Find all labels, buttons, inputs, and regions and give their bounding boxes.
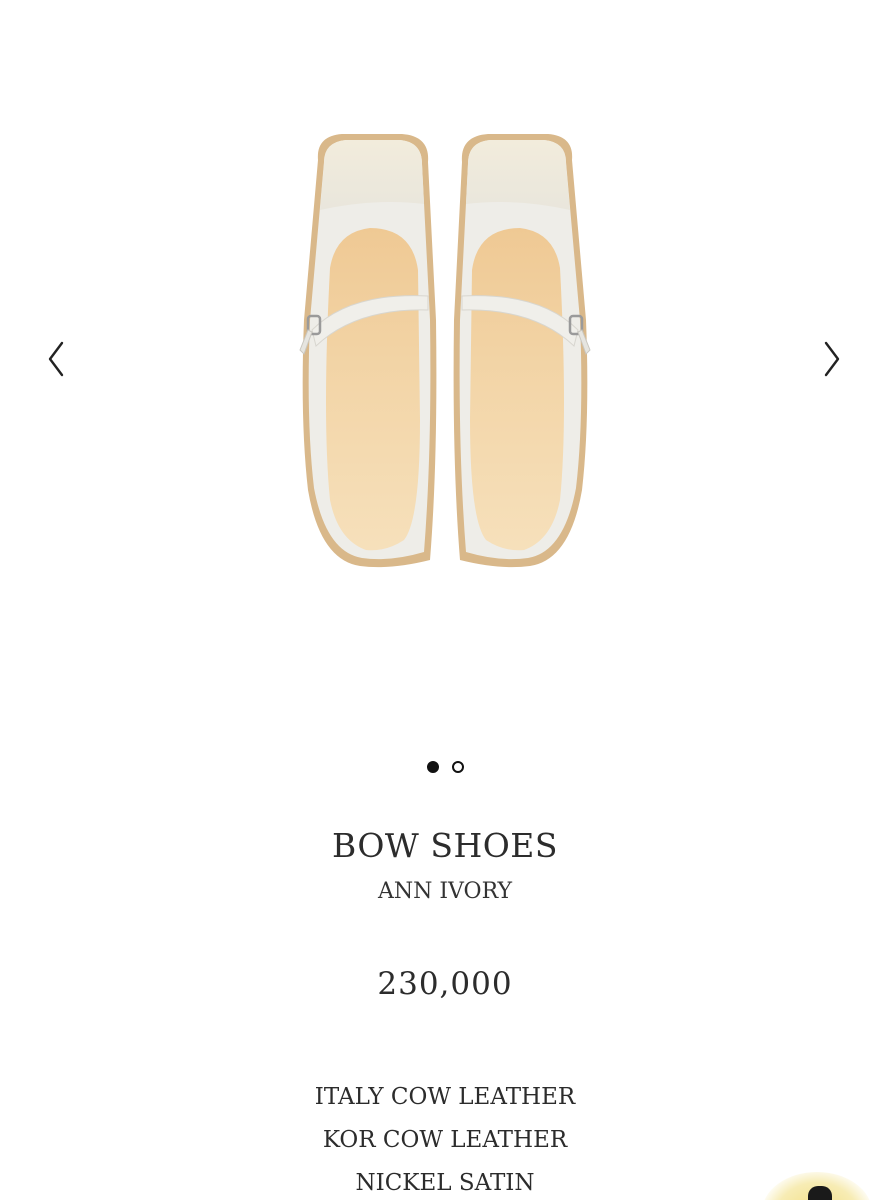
left-shoe xyxy=(299,134,437,568)
material-item: KOR COW LEATHER xyxy=(322,1127,568,1153)
pagination-dot-1[interactable] xyxy=(426,761,439,773)
product-color-name: ANN IVORY xyxy=(377,879,513,904)
product-title: BOW SHOES xyxy=(332,826,558,865)
product-gallery xyxy=(0,0,890,730)
right-shoe xyxy=(453,134,591,568)
product-price: 230,000 xyxy=(377,966,513,1002)
gallery-next-button[interactable] xyxy=(812,335,852,383)
chat-icon xyxy=(808,1186,832,1200)
chevron-right-icon xyxy=(824,341,840,377)
material-item: NICKEL SATIN xyxy=(355,1170,535,1196)
materials-list: ITALY COW LEATHER KOR COW LEATHER NICKEL… xyxy=(0,1080,890,1200)
product-image[interactable] xyxy=(290,120,600,580)
pagination-dot-2[interactable] xyxy=(451,761,464,773)
product-page: BOW SHOES ANN IVORY 230,000 ITALY COW LE… xyxy=(0,0,890,1200)
material-item: ITALY COW LEATHER xyxy=(314,1084,576,1110)
chevron-left-icon xyxy=(48,341,64,377)
gallery-pagination xyxy=(0,761,890,778)
gallery-prev-button[interactable] xyxy=(36,335,76,383)
